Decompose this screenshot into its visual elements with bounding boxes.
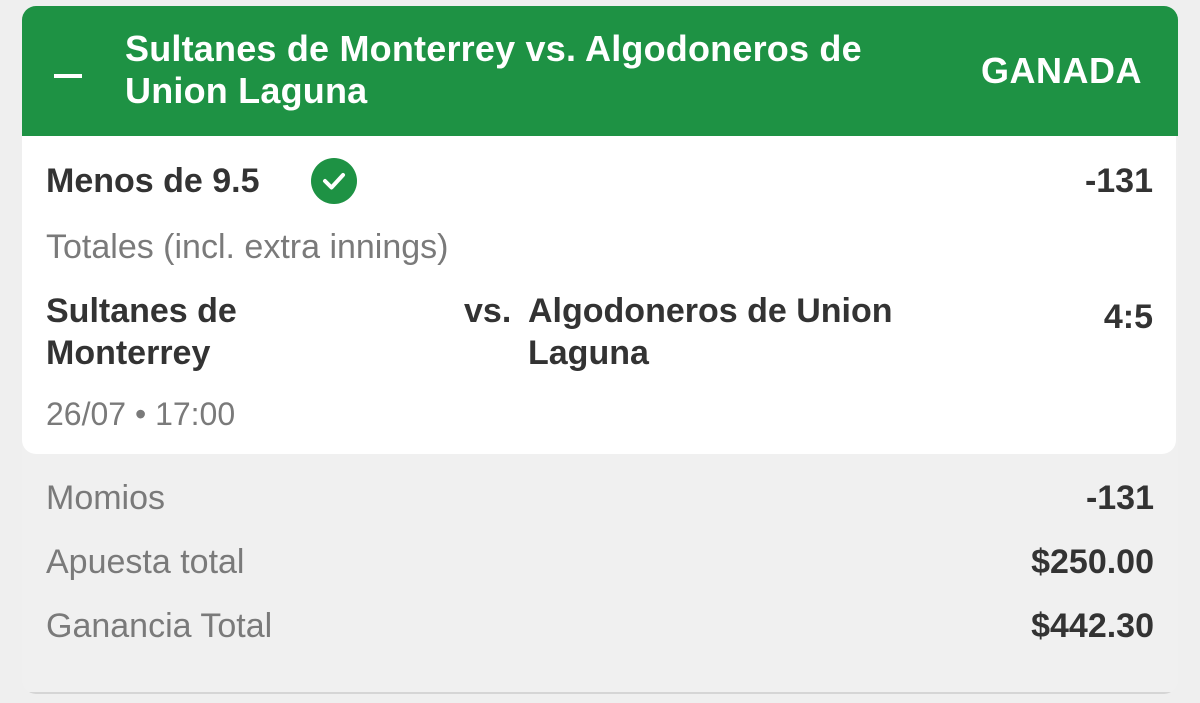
check-circle-icon: [311, 158, 357, 204]
match-title: Sultanes de Monterrey vs. Algodoneros de…: [125, 28, 862, 111]
summary-label: Momios: [46, 479, 166, 517]
minus-icon[interactable]: [52, 46, 86, 80]
summary-row-odds: Momios -131: [46, 476, 1154, 520]
summary-label: Ganancia Total: [46, 607, 273, 645]
summary-row-payout: Ganancia Total $442.30: [46, 604, 1154, 648]
result-badge: GANADA: [981, 50, 1142, 91]
summary-value: -131: [1085, 479, 1154, 517]
summary-label: Apuesta total: [46, 543, 245, 581]
bet-header[interactable]: Sultanes de Monterrey vs. Algodoneros de…: [22, 6, 1178, 136]
bottom-divider: [22, 692, 1178, 694]
summary-row-stake: Apuesta total $250.00: [46, 540, 1154, 584]
summary-value: $442.30: [1031, 607, 1154, 645]
selection-panel: Menos de 9.5 -131 Totales (incl. extra i…: [22, 136, 1176, 454]
event-datetime: 26/07 • 17:00: [46, 396, 236, 432]
bet-card: Sultanes de Monterrey vs. Algodoneros de…: [22, 6, 1178, 694]
away-team: Algodoneros de Union Laguna: [528, 292, 893, 372]
summary-value: $250.00: [1031, 543, 1154, 581]
selection-odds: -131: [1084, 162, 1153, 200]
home-team: Sultanes de Monterrey: [46, 292, 237, 372]
vs-label: vs.: [464, 292, 512, 330]
final-score: 4:5: [1103, 298, 1153, 336]
market-name: Totales (incl. extra innings): [46, 228, 449, 266]
selection-name: Menos de 9.5: [46, 162, 260, 200]
